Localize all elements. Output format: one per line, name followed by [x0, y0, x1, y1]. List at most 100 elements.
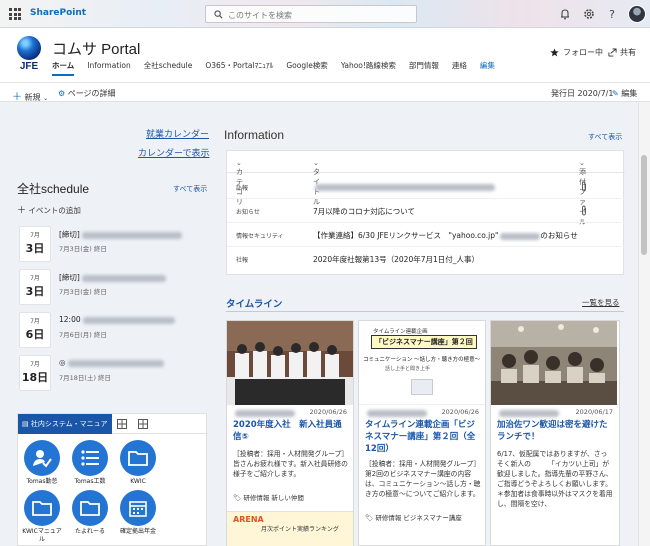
event-title: [締切] — [59, 272, 166, 283]
timeline-card[interactable]: 2020/06/17 加治佐ワン歓迎は密を避けたランチで！ 6/17、仮配属では… — [490, 320, 620, 546]
next-card-banner: ARENA 月次ポイント実績ランキング — [227, 511, 353, 546]
card-body: ［投稿者：採用・人材開発グループ］皆さんお疲れ様です。新入社員研修の様子をご紹介… — [233, 450, 349, 478]
timeline-card[interactable]: タイムライン連載企画 「ビジネスマナー講座」第２回 コミュニケーション ～話し方… — [358, 320, 486, 546]
event-month: 7月 — [30, 275, 40, 282]
app-label: KWICマニュアル — [22, 528, 62, 543]
table-row[interactable]: お知らせ 7月以降のコロナ対応について — [227, 199, 625, 223]
pencil-icon: ✎ — [612, 89, 619, 98]
app-kwic-manual[interactable]: KWICマニュアル — [22, 490, 62, 544]
site-search-box[interactable]: このサイトを検索 — [205, 5, 417, 23]
poster-line3: コミュニケーション ～話し方・聴き方の極意～ — [363, 357, 481, 363]
share-label: 共有 — [620, 48, 636, 57]
card-poster-business-manners: タイムライン連載企画 「ビジネスマナー講座」第２回 コミュニケーション ～話し方… — [359, 321, 485, 405]
card-date: 2020/06/26 — [441, 408, 479, 416]
column-category[interactable]: カテゴリ ⌄ — [236, 159, 243, 206]
app-kwic[interactable]: KWIC — [118, 440, 158, 486]
event-title: ◎ — [59, 358, 164, 367]
add-event-button[interactable]: ＋ イベントの追加 — [17, 203, 81, 216]
page-details-button[interactable]: ⚙ ページの詳細 — [58, 88, 116, 99]
card-tag[interactable]: 🏷 研修情報 ビジネスマナー講座 — [365, 512, 462, 522]
row-title[interactable] — [313, 182, 495, 191]
event-item[interactable]: 7月 18日 ◎ 7月18日(土) 終日 — [17, 355, 207, 393]
event-item[interactable]: 7月 3日 [締切] 7月3日(金) 終日 — [17, 226, 207, 264]
event-subtitle: 7月3日(金) 終日 — [59, 245, 107, 253]
card-title[interactable]: 加治佐ワン歓迎は密を避けたランチで！ — [497, 419, 613, 443]
row-category: お知らせ — [236, 209, 260, 216]
edit-page-button[interactable]: ✎ 編集 — [612, 88, 637, 99]
timeline-card[interactable]: 2020/06/26 2020年度入社 新入社員通信⑤ ［投稿者：採用・人材開発… — [226, 320, 354, 546]
nav-schedule[interactable]: 全社schedule — [144, 60, 200, 76]
table-row[interactable]: 情報セキュリティ 【作業連絡】6/30 JFEリンクサービス "yahoo.co… — [227, 223, 625, 247]
grid-tab-icon[interactable] — [138, 419, 148, 429]
app-label: Tomas工数 — [74, 478, 106, 485]
row-title[interactable]: 2020年度社報第13号（2020年7月1日付_人事） — [313, 254, 479, 265]
card-body: 6/17、仮配属ではありますが、さっそく新人の 「イカツい上司」が歓迎しました。… — [497, 450, 613, 508]
nav-o365-manual[interactable]: O365・Portalﾏﾆｭｱﾙ — [205, 60, 280, 76]
work-calendar-link[interactable]: 就業カレンダー — [146, 127, 209, 140]
banner-text: 月次ポイント実績ランキング — [261, 526, 339, 533]
row-category: 社報 — [236, 257, 249, 264]
timeline-see-all-link[interactable]: 一覧を見る — [582, 297, 620, 308]
chevron-down-icon: ⌄ — [43, 95, 49, 102]
site-title[interactable]: コムサ Portal — [52, 38, 140, 59]
schedule-see-all-link[interactable]: すべて表示 — [173, 184, 207, 194]
event-item[interactable]: 7月 3日 [締切] 7月3日(金) 終日 — [17, 269, 207, 307]
table-row[interactable]: 社報 2020年度社報第13号（2020年7月1日付_人事） — [227, 247, 625, 271]
app-label: 確定拠出年金 — [119, 528, 156, 535]
app-label: KWIC — [130, 478, 146, 485]
search-icon — [214, 10, 223, 19]
event-subtitle: 7月6日(月) 終日 — [59, 331, 107, 339]
row-category: 訃報 — [236, 185, 249, 192]
gear-icon[interactable] — [582, 7, 596, 21]
site-header: JFE コムサ Portal ホーム Information 全社schedul… — [0, 28, 650, 82]
app-tomas-manhours[interactable]: Tomas工数 — [70, 440, 110, 486]
nav-department-info[interactable]: 部門情報 — [409, 60, 446, 76]
row-title[interactable]: 7月以降のコロナ対応について — [313, 206, 415, 217]
share-button[interactable]: 共有 — [608, 47, 636, 58]
scrollbar-thumb[interactable] — [641, 155, 647, 255]
help-icon[interactable]: ? — [605, 7, 619, 21]
table-row[interactable]: 訃報 — [227, 175, 625, 199]
person-check-icon — [33, 450, 52, 468]
card-title[interactable]: タイムライン連載企画「ビジネスマナー講座」第２回（全12回） — [365, 419, 481, 455]
new-button[interactable]: ＋ 新規 ⌄ — [12, 88, 48, 103]
card-tag[interactable]: 🏷 研修情報 新しい仲間 — [233, 492, 304, 502]
app-tayoreru[interactable]: たよれーる — [70, 490, 110, 536]
nav-edit-link[interactable]: 編集 — [480, 60, 502, 76]
row-title[interactable]: 【作業連絡】6/30 JFEリンクサービス "yahoo.co.jp" のお知らせ — [313, 230, 578, 241]
card-author — [365, 410, 427, 417]
app-launcher-icon[interactable] — [9, 8, 21, 20]
event-title: 12:00 — [59, 315, 175, 324]
card-date: 2020/06/17 — [575, 408, 613, 416]
tab-internal-systems[interactable]: ▤ 社内システム・マニュアル類 — [18, 414, 112, 448]
event-title: [締切] — [59, 229, 182, 240]
event-day: 18日 — [21, 371, 49, 384]
nav-information[interactable]: Information — [87, 60, 137, 76]
grid-tab-icon[interactable] — [117, 419, 127, 429]
site-logo[interactable]: JFE — [14, 36, 44, 74]
nav-contact[interactable]: 連絡 — [452, 60, 474, 76]
follow-button[interactable]: フォロー中 — [550, 47, 603, 58]
app-label: Tomas勤怠 — [26, 478, 58, 485]
logo-text: JFE — [19, 61, 39, 72]
card-title[interactable]: 2020年度入社 新入社員通信⑤ — [233, 419, 349, 443]
app-pension[interactable]: 確定拠出年金 — [118, 490, 158, 536]
nav-home[interactable]: ホーム — [52, 60, 81, 76]
event-item[interactable]: 7月 6日 12:00 7月6日(月) 終日 — [17, 312, 207, 350]
information-see-all-link[interactable]: すべて表示 — [588, 132, 622, 142]
bell-icon[interactable] — [558, 7, 572, 21]
calendar-icon — [129, 501, 147, 517]
calendar-view-link[interactable]: カレンダーで表示 — [138, 146, 209, 159]
nav-google-search[interactable]: Google検索 — [286, 60, 334, 76]
event-subtitle: 7月18日(土) 終日 — [59, 374, 112, 382]
nav-yahoo-transit[interactable]: Yahoo!路線検索 — [341, 60, 403, 76]
app-tomas-attendance[interactable]: Tomas勤怠 — [22, 440, 62, 486]
column-attachments[interactable]: 添付ファイル ⌄ — [579, 159, 586, 226]
sharepoint-brand[interactable]: SharePoint — [30, 8, 86, 18]
page-details-label: ページの詳細 — [67, 89, 116, 98]
paperclip-icon — [582, 181, 586, 192]
poster-line2: 「ビジネスマナー講座」第２回 — [371, 335, 477, 349]
edit-label: 編集 — [621, 89, 638, 98]
user-avatar[interactable] — [628, 5, 646, 23]
column-title[interactable]: タイトル ⌄ — [313, 159, 320, 206]
